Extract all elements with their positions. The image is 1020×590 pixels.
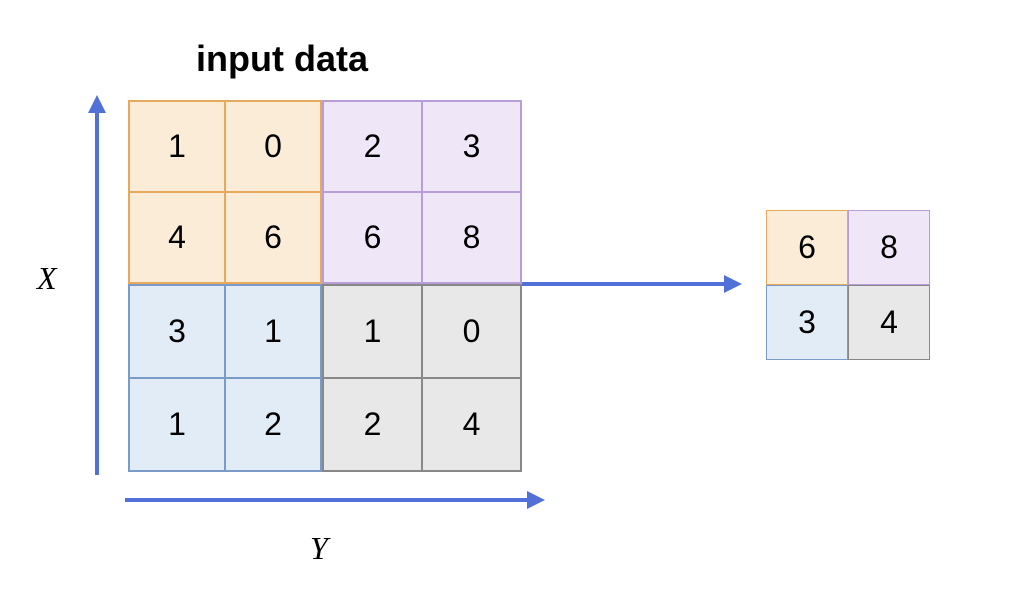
x-axis-arrow-head-icon <box>88 95 106 113</box>
input-cell: 1 <box>323 285 422 378</box>
diagram-title: input data <box>196 38 368 80</box>
y-axis-arrow <box>125 498 545 502</box>
input-cell: 6 <box>323 192 422 283</box>
input-cell: 0 <box>225 101 321 192</box>
input-cell: 1 <box>129 101 225 192</box>
input-cell: 2 <box>225 378 321 471</box>
input-cell: 1 <box>129 378 225 471</box>
input-cell: 4 <box>422 378 521 471</box>
x-axis-arrow <box>95 95 99 475</box>
input-cell: 0 <box>422 285 521 378</box>
transform-arrow <box>522 282 742 286</box>
input-cell: 2 <box>323 378 422 471</box>
transform-arrow-line <box>522 282 724 286</box>
output-cell-top-right: 8 <box>848 210 930 285</box>
output-cell-top-left: 6 <box>766 210 848 285</box>
input-quadrant-top-left: 1 0 4 6 <box>128 100 322 284</box>
input-cell: 6 <box>225 192 321 283</box>
transform-arrow-head-icon <box>724 275 742 293</box>
input-cell: 3 <box>129 285 225 378</box>
y-axis-arrow-line <box>125 498 531 502</box>
input-cell: 3 <box>422 101 521 192</box>
input-cell: 2 <box>323 101 422 192</box>
input-cell: 8 <box>422 192 521 283</box>
y-axis-label: Y <box>310 530 328 567</box>
x-axis-arrow-line <box>95 109 99 475</box>
output-cell-bottom-left: 3 <box>766 285 848 360</box>
input-quadrant-bottom-right: 1 0 2 4 <box>322 284 522 472</box>
input-quadrant-top-right: 2 3 6 8 <box>322 100 522 284</box>
x-axis-label: X <box>37 260 57 297</box>
input-matrix: 1 0 4 6 2 3 6 8 3 1 1 2 1 0 2 4 <box>128 100 522 472</box>
input-cell: 4 <box>129 192 225 283</box>
output-matrix: 6 8 3 4 <box>766 210 930 360</box>
input-quadrant-bottom-left: 3 1 1 2 <box>128 284 322 472</box>
input-cell: 1 <box>225 285 321 378</box>
output-cell-bottom-right: 4 <box>848 285 930 360</box>
y-axis-arrow-head-icon <box>527 491 545 509</box>
